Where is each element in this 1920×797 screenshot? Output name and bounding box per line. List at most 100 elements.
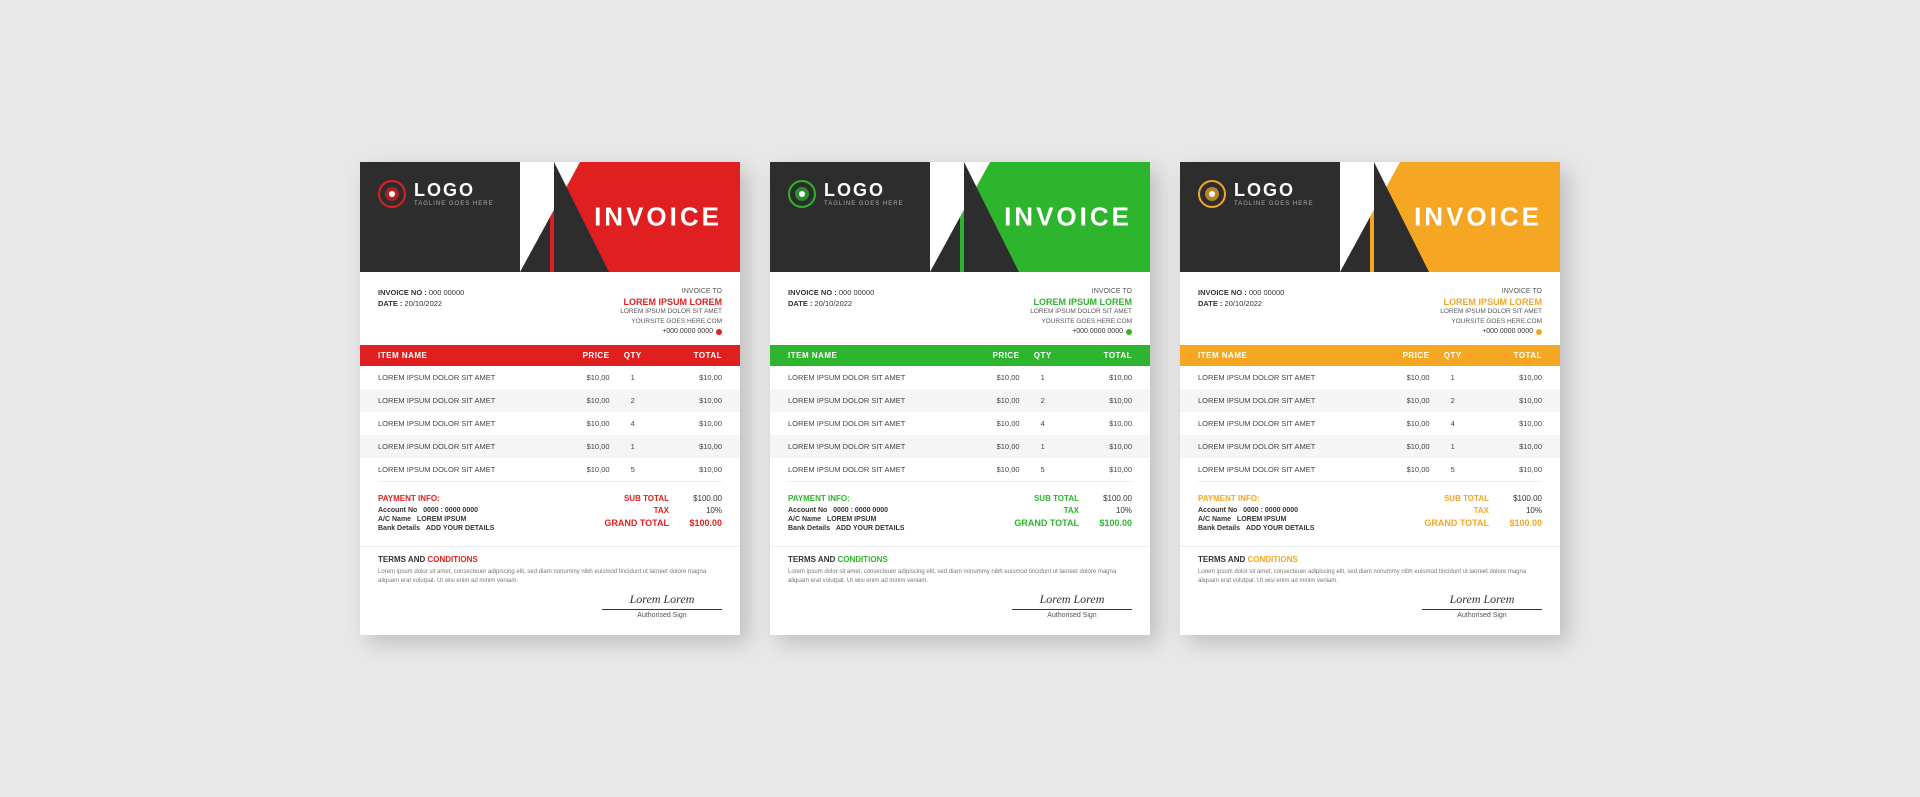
invoice-number-value: 000 00000: [1249, 288, 1284, 297]
item-total: $10,00: [1476, 419, 1542, 428]
item-total: $10,00: [656, 465, 722, 474]
client-name: LOREM IPSUM LOREM: [620, 297, 722, 307]
client-address: LOREM IPSUM DOLOR SIT AMET: [620, 307, 722, 317]
item-price: $10,00: [543, 419, 609, 428]
invoice-card-red: LOGO TAGLINE GOES HERE INVOICE INVOICE N…: [360, 162, 740, 636]
client-address: LOREM IPSUM DOLOR SIT AMET: [1030, 307, 1132, 317]
item-name: LOREM IPSUM DOLOR SIT AMET: [1198, 442, 1363, 451]
totals-area: SUB TOTAL $100.00 TAX 10% GRAND TOTAL $1…: [604, 494, 722, 528]
totals-area: SUB TOTAL $100.00 TAX 10% GRAND TOTAL $1…: [1424, 494, 1542, 528]
table-header-qty: QTY: [1430, 351, 1476, 360]
invoice-to-label: INVOICE TO: [1440, 288, 1542, 295]
item-qty: 1: [1430, 442, 1476, 451]
logo-tagline: TAGLINE GOES HERE: [414, 201, 494, 207]
invoice-card-green: LOGO TAGLINE GOES HERE INVOICE INVOICE N…: [770, 162, 1150, 636]
table-header-name: ITEM NAME: [378, 351, 543, 360]
item-name: LOREM IPSUM DOLOR SIT AMET: [378, 373, 543, 382]
invoice-title: INVOICE: [1414, 201, 1542, 232]
terms-text: Lorem ipsum dolor sit amet, consecteuer …: [788, 568, 1132, 586]
subtotal-label: SUB TOTAL: [624, 494, 669, 503]
invoice-info-left: INVOICE NO : 000 00000 DATE : 20/10/2022: [1198, 288, 1284, 336]
terms-section: TERMS AND CONDITIONS Lorem ipsum dolor s…: [360, 546, 740, 592]
item-qty: 4: [610, 419, 656, 428]
payment-account-value: 0000 : 0000 0000: [833, 507, 888, 514]
table-row: LOREM IPSUM DOLOR SIT AMET $10,00 5 $10,…: [1180, 458, 1560, 481]
item-qty: 2: [1020, 396, 1066, 405]
item-name: LOREM IPSUM DOLOR SIT AMET: [788, 465, 953, 474]
table-header-name: ITEM NAME: [1198, 351, 1363, 360]
payment-account-row: Account No 0000 : 0000 0000: [788, 507, 904, 514]
table-row: LOREM IPSUM DOLOR SIT AMET $10,00 4 $10,…: [1180, 412, 1560, 435]
table-row: LOREM IPSUM DOLOR SIT AMET $10,00 1 $10,…: [770, 435, 1150, 458]
table-row: LOREM IPSUM DOLOR SIT AMET $10,00 1 $10,…: [1180, 366, 1560, 389]
invoice-header: LOGO TAGLINE GOES HERE INVOICE: [1180, 162, 1560, 272]
item-total: $10,00: [1066, 419, 1132, 428]
table-header: ITEM NAME PRICE QTY TOTAL: [770, 345, 1150, 366]
item-name: LOREM IPSUM DOLOR SIT AMET: [788, 419, 953, 428]
terms-title: TERMS AND CONDITIONS: [378, 555, 722, 564]
item-name: LOREM IPSUM DOLOR SIT AMET: [378, 442, 543, 451]
tax-row: TAX 10%: [604, 506, 722, 515]
payment-bank-row: Bank Details ADD YOUR DETAILS: [788, 525, 904, 532]
client-phone-row: +000 0000 0000: [1440, 328, 1542, 335]
payment-acname-label: A/C Name: [1198, 516, 1231, 523]
client-phone-row: +000 0000 0000: [620, 328, 722, 335]
terms-title-accent: CONDITIONS: [1247, 555, 1297, 564]
item-price: $10,00: [953, 442, 1019, 451]
item-qty: 5: [1020, 465, 1066, 474]
signature-line: [1012, 609, 1132, 610]
tax-row: TAX 10%: [1424, 506, 1542, 515]
payment-info-label: PAYMENT INFO:: [1198, 494, 1314, 503]
item-name: LOREM IPSUM DOLOR SIT AMET: [1198, 419, 1363, 428]
item-qty: 4: [1020, 419, 1066, 428]
invoice-header: LOGO TAGLINE GOES HERE INVOICE: [360, 162, 740, 272]
logo-area: LOGO TAGLINE GOES HERE: [378, 180, 494, 208]
item-total: $10,00: [1476, 373, 1542, 382]
invoice-date-value: 20/10/2022: [815, 299, 853, 308]
signature-section: Lorem Lorem Authorised Sign: [770, 592, 1150, 635]
grand-total-row: GRAND TOTAL $100.00: [1424, 518, 1542, 528]
item-price: $10,00: [543, 396, 609, 405]
signature-label: Authorised Sign: [1422, 612, 1542, 619]
invoice-info-section: INVOICE NO : 000 00000 DATE : 20/10/2022…: [360, 272, 740, 346]
item-total: $10,00: [656, 396, 722, 405]
item-name: LOREM IPSUM DOLOR SIT AMET: [1198, 465, 1363, 474]
signature-name: Lorem Lorem: [1422, 592, 1542, 607]
payment-acname-row: A/C Name LOREM IPSUM: [788, 516, 904, 523]
payment-bank-value: ADD YOUR DETAILS: [426, 525, 495, 532]
item-price: $10,00: [1363, 465, 1429, 474]
payment-account-row: Account No 0000 : 0000 0000: [378, 507, 494, 514]
payment-acname-value: LOREM IPSUM: [417, 516, 466, 523]
invoice-number-value: 000 00000: [429, 288, 464, 297]
item-qty: 1: [1020, 373, 1066, 382]
table-row: LOREM IPSUM DOLOR SIT AMET $10,00 5 $10,…: [770, 458, 1150, 481]
item-price: $10,00: [543, 465, 609, 474]
payment-account-label: Account No: [378, 507, 417, 514]
grand-total-value: $100.00: [1087, 518, 1132, 528]
tax-row: TAX 10%: [1014, 506, 1132, 515]
client-address: LOREM IPSUM DOLOR SIT AMET: [1440, 307, 1542, 317]
contact-dot-icon: [1536, 329, 1542, 335]
item-price: $10,00: [1363, 396, 1429, 405]
subtotal-label: SUB TOTAL: [1034, 494, 1079, 503]
payment-account-label: Account No: [788, 507, 827, 514]
invoice-to-label: INVOICE TO: [1030, 288, 1132, 295]
item-total: $10,00: [1066, 442, 1132, 451]
table-row: LOREM IPSUM DOLOR SIT AMET $10,00 2 $10,…: [770, 389, 1150, 412]
invoice-number-label: INVOICE NO :: [788, 288, 837, 297]
table-header: ITEM NAME PRICE QTY TOTAL: [360, 345, 740, 366]
terms-title: TERMS AND CONDITIONS: [788, 555, 1132, 564]
logo-text: LOGO: [824, 181, 904, 201]
client-phone-row: +000 0000 0000: [1030, 328, 1132, 335]
grand-total-row: GRAND TOTAL $100.00: [1014, 518, 1132, 528]
logo-icon: [378, 180, 406, 208]
invoice-title: INVOICE: [1004, 201, 1132, 232]
table-header-price: PRICE: [953, 351, 1019, 360]
bottom-section: PAYMENT INFO: Account No 0000 : 0000 000…: [1180, 482, 1560, 546]
table-header-total: TOTAL: [656, 351, 722, 360]
invoice-info-section: INVOICE NO : 000 00000 DATE : 20/10/2022…: [1180, 272, 1560, 346]
payment-acname-row: A/C Name LOREM IPSUM: [1198, 516, 1314, 523]
table-header-qty: QTY: [1020, 351, 1066, 360]
invoices-container: LOGO TAGLINE GOES HERE INVOICE INVOICE N…: [360, 162, 1560, 636]
invoice-info-left: INVOICE NO : 000 00000 DATE : 20/10/2022: [788, 288, 874, 336]
